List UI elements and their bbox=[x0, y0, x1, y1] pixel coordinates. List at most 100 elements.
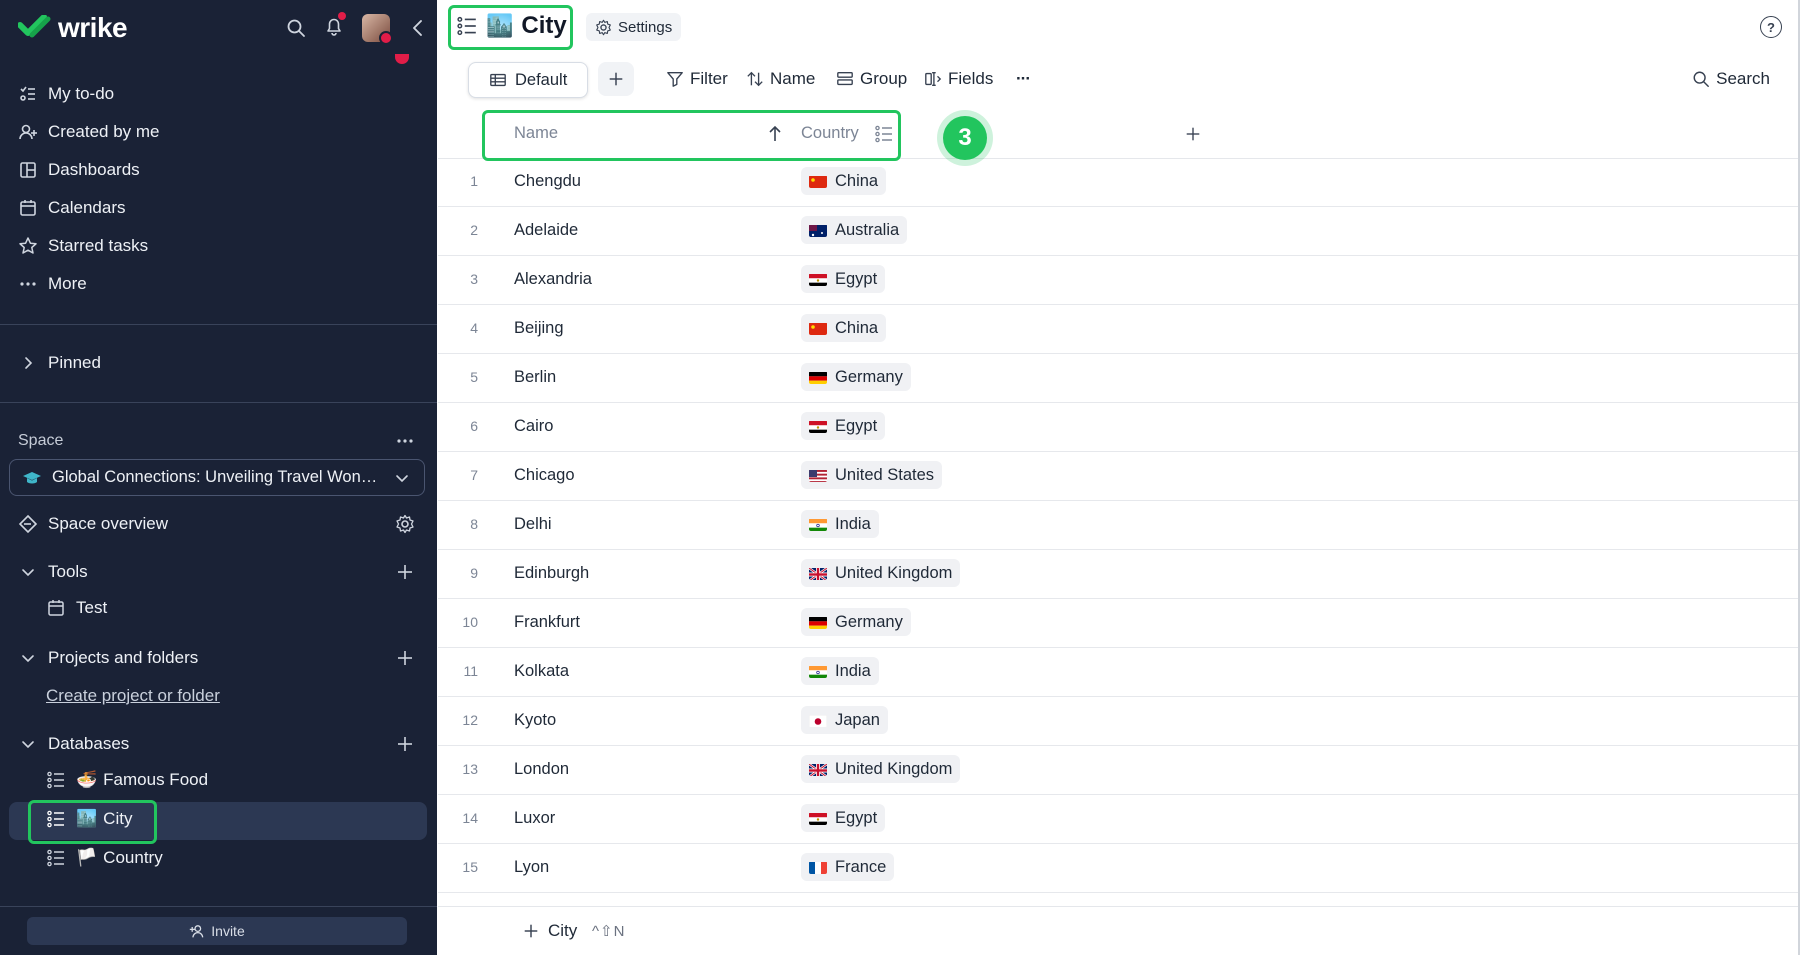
flag-au-icon bbox=[809, 224, 827, 237]
create-project-link[interactable]: Create project or folder bbox=[46, 686, 220, 706]
gear-icon[interactable] bbox=[395, 514, 415, 534]
chevron-down-icon bbox=[22, 741, 34, 749]
space-selector[interactable]: Global Connections: Unveiling Travel Won… bbox=[9, 459, 425, 496]
table-row[interactable]: 11 Kolkata India bbox=[438, 648, 1800, 697]
add-database-icon[interactable] bbox=[395, 734, 415, 754]
add-column-icon[interactable] bbox=[1184, 125, 1202, 143]
table-row[interactable]: 10 Frankfurt Germany bbox=[438, 599, 1800, 648]
pinned-section[interactable]: Pinned bbox=[18, 348, 101, 378]
row-number: 5 bbox=[470, 369, 478, 385]
fields-button[interactable]: Fields bbox=[924, 62, 993, 96]
notifications-button[interactable] bbox=[324, 11, 346, 41]
city-name[interactable]: Berlin bbox=[514, 368, 556, 387]
country-name: France bbox=[835, 857, 887, 876]
avatar[interactable] bbox=[362, 14, 393, 45]
country-chip[interactable]: France bbox=[801, 853, 895, 881]
table-row[interactable]: 12 Kyoto Japan bbox=[438, 697, 1800, 746]
table-row[interactable]: 9 Edinburgh United Kingdom bbox=[438, 550, 1800, 599]
table-row[interactable]: 5 Berlin Germany bbox=[438, 354, 1800, 403]
country-chip[interactable]: Japan bbox=[801, 706, 888, 734]
table-row[interactable]: 15 Lyon France bbox=[438, 844, 1800, 893]
add-view-button[interactable] bbox=[598, 62, 634, 96]
view-tab-default[interactable]: Default bbox=[468, 62, 589, 98]
sidebar: wrike My to-do Created by me Dashboards … bbox=[0, 0, 437, 955]
city-name[interactable]: Beijing bbox=[514, 319, 564, 338]
database-item-famous-food[interactable]: 🍜 Famous Food bbox=[46, 770, 208, 790]
add-tool-icon[interactable] bbox=[395, 562, 415, 582]
group-button[interactable]: Group bbox=[836, 62, 907, 96]
tool-item-test[interactable]: Test bbox=[46, 598, 107, 618]
collapse-sidebar-icon[interactable] bbox=[408, 18, 428, 38]
table-row[interactable]: 8 Delhi India bbox=[438, 501, 1800, 550]
invite-button[interactable]: Invite bbox=[27, 917, 407, 945]
flag-gb-icon bbox=[809, 566, 827, 580]
city-name[interactable]: Luxor bbox=[514, 809, 555, 828]
page-title[interactable]: 🏙️ City bbox=[448, 8, 575, 44]
space-overview[interactable]: Space overview bbox=[18, 509, 168, 539]
column-header-name[interactable]: Name bbox=[514, 124, 558, 143]
sort-button[interactable]: Name bbox=[746, 62, 815, 96]
country-chip[interactable]: China bbox=[801, 314, 887, 342]
databases-section[interactable]: Databases bbox=[18, 729, 129, 759]
database-item-city[interactable]: 🏙️ City bbox=[46, 809, 132, 829]
country-chip[interactable]: United States bbox=[801, 461, 943, 489]
country-chip[interactable]: Egypt bbox=[801, 804, 886, 832]
nav-starred-tasks[interactable]: Starred tasks bbox=[18, 231, 148, 261]
city-name[interactable]: Chengdu bbox=[514, 172, 581, 191]
filter-button[interactable]: Filter bbox=[666, 62, 728, 96]
city-name[interactable]: Frankfurt bbox=[514, 613, 580, 632]
database-emoji: 🏙️ bbox=[76, 809, 98, 828]
country-chip[interactable]: Egypt bbox=[801, 412, 886, 440]
table-row[interactable]: 6 Cairo Egypt bbox=[438, 403, 1800, 452]
table-row[interactable]: 13 London United Kingdom bbox=[438, 746, 1800, 795]
city-name[interactable]: Lyon bbox=[514, 858, 549, 877]
add-project-icon[interactable] bbox=[395, 648, 415, 668]
nav-more[interactable]: More bbox=[18, 269, 87, 299]
table-row[interactable]: 1 Chengdu China bbox=[438, 158, 1800, 207]
space-more-icon[interactable] bbox=[395, 431, 415, 451]
add-city-button[interactable]: City bbox=[522, 921, 577, 941]
database-emoji: 🏳️ bbox=[76, 848, 98, 867]
city-name[interactable]: Alexandria bbox=[514, 270, 592, 289]
search-button[interactable]: Search bbox=[1692, 62, 1770, 96]
nav-my-todo[interactable]: My to-do bbox=[18, 79, 114, 109]
city-name[interactable]: Edinburgh bbox=[514, 564, 589, 583]
city-name[interactable]: Cairo bbox=[514, 417, 553, 436]
country-chip[interactable]: India bbox=[801, 657, 879, 685]
table-row[interactable]: 4 Beijing China bbox=[438, 305, 1800, 354]
database-item-country[interactable]: 🏳️ Country bbox=[46, 848, 163, 868]
country-chip[interactable]: Germany bbox=[801, 363, 911, 391]
table-row[interactable]: 7 Chicago United States bbox=[438, 452, 1800, 501]
country-chip[interactable]: China bbox=[801, 167, 887, 195]
more-options-button[interactable]: ··· bbox=[1016, 62, 1031, 96]
city-name[interactable]: London bbox=[514, 760, 569, 779]
country-chip[interactable]: Germany bbox=[801, 608, 911, 636]
projects-section[interactable]: Projects and folders bbox=[18, 643, 198, 673]
city-name[interactable]: Adelaide bbox=[514, 221, 578, 240]
nav-calendars[interactable]: Calendars bbox=[18, 193, 126, 223]
country-chip[interactable]: Egypt bbox=[801, 265, 886, 293]
country-chip[interactable]: India bbox=[801, 510, 879, 538]
search-icon[interactable] bbox=[286, 18, 306, 38]
city-name[interactable]: Delhi bbox=[514, 515, 552, 534]
flag-eg-icon bbox=[809, 273, 827, 286]
city-name[interactable]: Kolkata bbox=[514, 662, 569, 681]
help-button[interactable]: ? bbox=[1760, 16, 1782, 38]
nav-dashboards[interactable]: Dashboards bbox=[18, 155, 140, 185]
country-chip[interactable]: Australia bbox=[801, 216, 908, 244]
table-row[interactable]: 14 Luxor Egypt bbox=[438, 795, 1800, 844]
create-project-label: Create project or folder bbox=[46, 686, 220, 705]
country-chip[interactable]: United Kingdom bbox=[801, 755, 961, 783]
sort-ascending-icon[interactable] bbox=[765, 124, 785, 144]
wrike-logo[interactable]: wrike bbox=[18, 12, 128, 44]
country-name: United Kingdom bbox=[835, 563, 953, 582]
table-row[interactable]: 2 Adelaide Australia bbox=[438, 207, 1800, 256]
table-row[interactable]: 3 Alexandria Egypt bbox=[438, 256, 1800, 305]
nav-created-by-me[interactable]: Created by me bbox=[18, 117, 160, 147]
city-name[interactable]: Kyoto bbox=[514, 711, 556, 730]
settings-button[interactable]: Settings bbox=[586, 13, 682, 41]
column-header-country[interactable]: Country bbox=[801, 124, 859, 143]
city-name[interactable]: Chicago bbox=[514, 466, 575, 485]
country-chip[interactable]: United Kingdom bbox=[801, 559, 961, 587]
tools-section[interactable]: Tools bbox=[18, 557, 88, 587]
